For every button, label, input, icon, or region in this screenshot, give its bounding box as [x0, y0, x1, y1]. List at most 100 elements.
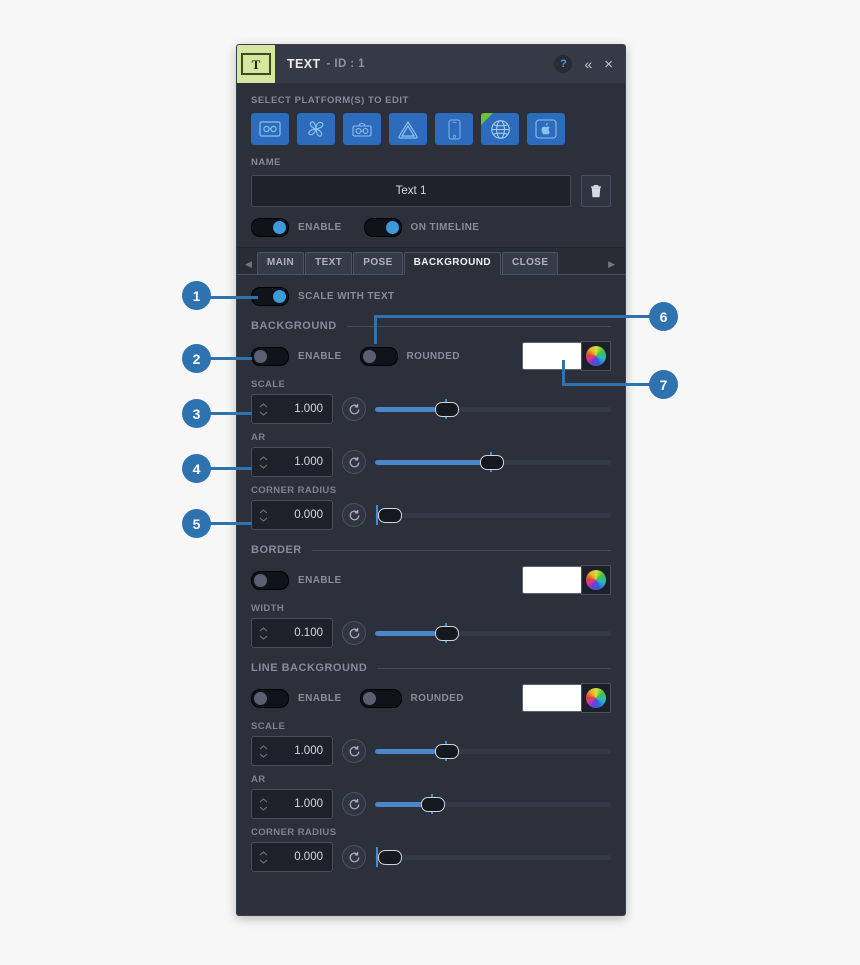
- line-background-rounded-toggle[interactable]: [359, 689, 402, 708]
- tab-text[interactable]: TEXT: [305, 252, 353, 274]
- line-background-scale-reset-button[interactable]: [342, 739, 366, 763]
- line-background-scale-label: SCALE: [251, 721, 286, 732]
- line-background-scale-slider[interactable]: [375, 740, 611, 762]
- background-scale-slider[interactable]: [375, 398, 611, 420]
- stepper-icon[interactable]: [256, 626, 270, 640]
- line-background-corner-radius-row: 0.000: [251, 842, 611, 872]
- callout-line-6-horz: [374, 315, 652, 318]
- reset-icon: [349, 745, 359, 756]
- name-field-label: NAME: [251, 157, 281, 168]
- line-background-ar-value: 1.000: [294, 798, 323, 810]
- platform-mobile-phone-icon[interactable]: [435, 113, 473, 145]
- line-background-color-picker-button[interactable]: [581, 683, 611, 713]
- border-width-input[interactable]: 0.100: [251, 618, 333, 648]
- background-scale-reset-button[interactable]: [342, 397, 366, 421]
- name-input[interactable]: Text 1: [251, 175, 571, 207]
- border-width-slider[interactable]: [375, 622, 611, 644]
- line-background-rounded-label: ROUNDED: [410, 693, 464, 704]
- line-background-ar-label: AR: [251, 774, 266, 785]
- tab-pose[interactable]: POSE: [353, 252, 403, 274]
- close-icon[interactable]: ×: [604, 57, 613, 72]
- stepper-icon[interactable]: [256, 508, 270, 522]
- line-background-ar-input[interactable]: 1.000: [251, 789, 333, 819]
- border-color-picker-button[interactable]: [581, 565, 611, 595]
- stepper-icon[interactable]: [256, 744, 270, 758]
- slider-knob[interactable]: [434, 401, 459, 417]
- name-row: Text 1: [251, 175, 611, 207]
- stepper-icon[interactable]: [256, 455, 270, 469]
- line-background-corner-radius-reset-button[interactable]: [342, 845, 366, 869]
- border-enable-toggle[interactable]: [251, 571, 289, 590]
- slider-track: [375, 854, 611, 860]
- background-ar-label: AR: [251, 432, 266, 443]
- background-rounded-label: ROUNDED: [406, 351, 460, 362]
- line-background-ar-reset-button[interactable]: [342, 792, 366, 816]
- text-logo-icon: T: [237, 45, 275, 83]
- platform-triangle-outline-icon[interactable]: [389, 113, 427, 145]
- slider-knob[interactable]: [434, 625, 459, 641]
- line-background-enable-toggle[interactable]: [251, 689, 289, 708]
- enable-toggle-knob: [273, 221, 286, 234]
- platform-section-label: SELECT PLATFORM(S) TO EDIT: [251, 95, 409, 106]
- line-background-corner-radius-input[interactable]: 0.000: [251, 842, 333, 872]
- tab-close[interactable]: CLOSE: [501, 252, 559, 274]
- enable-toggle-label: ENABLE: [298, 222, 342, 233]
- slider-knob[interactable]: [420, 796, 445, 812]
- line-background-rounded-knob: [362, 692, 376, 705]
- border-width-value: 0.100: [294, 627, 323, 639]
- platform-pinwheel-icon[interactable]: [297, 113, 335, 145]
- slider-fill: [375, 406, 437, 412]
- tab-prev-icon[interactable]: ◀: [243, 260, 257, 274]
- border-width-reset-button[interactable]: [342, 621, 366, 645]
- background-corner-radius-input[interactable]: 0.000: [251, 500, 333, 530]
- reset-icon: [349, 627, 359, 638]
- callout-badge-3: 3: [182, 399, 211, 428]
- text-properties-panel: T TEXT - ID : 1 ? « × SELECT PLATFORM(S)…: [236, 44, 626, 916]
- background-rounded-knob: [362, 350, 376, 363]
- line-background-enable-row: ENABLE ROUNDED: [251, 683, 611, 713]
- background-scale-input[interactable]: 1.000: [251, 394, 333, 424]
- tab-background[interactable]: BACKGROUND: [403, 252, 501, 275]
- line-background-scale-input[interactable]: 1.000: [251, 736, 333, 766]
- stepper-icon[interactable]: [256, 402, 270, 416]
- platform-vr-headset-icon[interactable]: [251, 113, 289, 145]
- background-color-picker-button[interactable]: [581, 341, 611, 371]
- top-toggle-row: ENABLE ON TIMELINE: [251, 218, 611, 237]
- platform-apple-icon[interactable]: [527, 113, 565, 145]
- background-corner-radius-reset-button[interactable]: [342, 503, 366, 527]
- background-enable-toggle[interactable]: [251, 347, 289, 366]
- background-ar-reset-button[interactable]: [342, 450, 366, 474]
- line-background-group-header: LINE BACKGROUND: [251, 662, 611, 674]
- slider-knob[interactable]: [378, 849, 403, 865]
- background-tab-body: SCALE WITH TEXT BACKGROUND ENABLE ROUNDE…: [237, 275, 625, 886]
- enable-toggle[interactable]: [251, 218, 289, 237]
- stepper-icon[interactable]: [256, 797, 270, 811]
- background-ar-slider[interactable]: [375, 451, 611, 473]
- delete-button[interactable]: [581, 175, 611, 207]
- tab-main[interactable]: MAIN: [256, 252, 305, 274]
- background-corner-radius-slider[interactable]: [375, 504, 611, 526]
- slider-knob[interactable]: [378, 507, 403, 523]
- border-color-swatch[interactable]: [522, 566, 581, 594]
- background-color-swatch[interactable]: [522, 342, 581, 370]
- background-ar-input[interactable]: 1.000: [251, 447, 333, 477]
- tab-next-icon[interactable]: ▶: [606, 260, 619, 274]
- background-rounded-toggle[interactable]: [359, 347, 398, 366]
- slider-knob[interactable]: [479, 454, 504, 470]
- line-background-scale-row: 1.000: [251, 736, 611, 766]
- help-icon[interactable]: ?: [554, 55, 573, 73]
- line-background-color-control: [522, 683, 611, 713]
- on-timeline-toggle[interactable]: [363, 218, 402, 237]
- stepper-icon[interactable]: [256, 850, 270, 864]
- slider-knob[interactable]: [434, 743, 459, 759]
- border-width-row: 0.100: [251, 618, 611, 648]
- line-background-ar-slider[interactable]: [375, 793, 611, 815]
- line-background-corner-radius-slider[interactable]: [375, 846, 611, 868]
- collapse-icon[interactable]: «: [584, 57, 592, 71]
- line-background-corner-radius-value: 0.000: [294, 851, 323, 863]
- on-timeline-toggle-knob: [385, 221, 399, 234]
- line-background-color-swatch[interactable]: [522, 684, 581, 712]
- line-background-ar-row: 1.000: [251, 789, 611, 819]
- platform-robot-headset-icon[interactable]: [343, 113, 381, 145]
- platform-globe-web-icon[interactable]: [481, 113, 519, 145]
